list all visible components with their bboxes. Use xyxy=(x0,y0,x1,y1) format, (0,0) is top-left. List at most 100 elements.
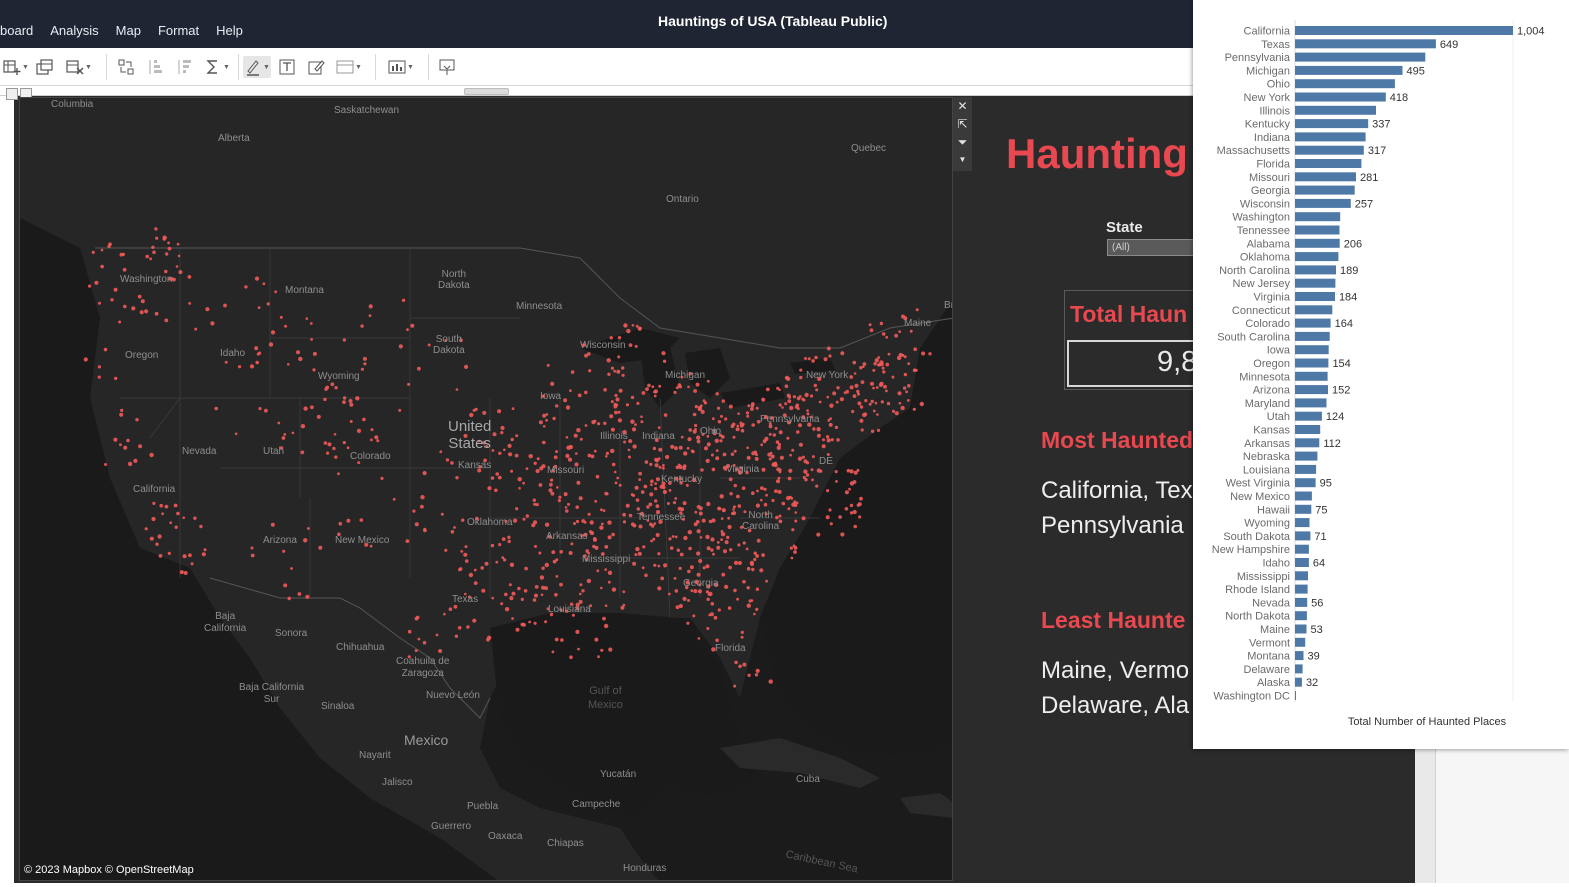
haunted-place-dot[interactable] xyxy=(327,442,332,447)
haunted-place-dot[interactable] xyxy=(270,522,275,527)
haunted-place-dot[interactable] xyxy=(636,401,640,405)
haunted-place-dot[interactable] xyxy=(176,242,180,246)
haunted-place-dot[interactable] xyxy=(182,516,185,520)
haunted-place-dot[interactable] xyxy=(852,394,857,398)
bar[interactable] xyxy=(1295,464,1317,474)
haunted-place-dot[interactable] xyxy=(733,588,737,593)
haunted-place-dot[interactable] xyxy=(368,314,372,317)
haunted-place-dot[interactable] xyxy=(673,390,677,394)
haunted-place-dot[interactable] xyxy=(638,478,642,481)
haunted-place-dot[interactable] xyxy=(755,406,759,410)
haunted-place-dot[interactable] xyxy=(531,523,536,528)
haunted-place-dot[interactable] xyxy=(565,453,570,458)
haunted-place-dot[interactable] xyxy=(761,553,765,557)
haunted-place-dot[interactable] xyxy=(622,520,627,524)
haunted-place-dot[interactable] xyxy=(610,448,615,454)
haunted-place-dot[interactable] xyxy=(674,589,679,593)
bar[interactable] xyxy=(1295,26,1513,35)
haunted-place-dot[interactable] xyxy=(342,338,347,342)
haunted-place-dot[interactable] xyxy=(853,372,857,375)
menu-analysis[interactable]: Analysis xyxy=(42,23,107,38)
haunted-place-dot[interactable] xyxy=(281,436,286,440)
haunted-place-dot[interactable] xyxy=(287,363,290,366)
haunted-place-dot[interactable] xyxy=(715,456,720,461)
haunted-place-dot[interactable] xyxy=(777,476,781,480)
bar[interactable] xyxy=(1295,92,1386,102)
haunted-place-dot[interactable] xyxy=(663,413,668,417)
haunted-place-dot[interactable] xyxy=(567,502,570,506)
highlight-button[interactable]: ▼ xyxy=(243,56,271,78)
haunted-place-dot[interactable] xyxy=(257,306,261,309)
bar[interactable] xyxy=(1295,637,1306,647)
haunted-place-dot[interactable] xyxy=(748,599,752,603)
haunted-place-dot[interactable] xyxy=(726,535,730,540)
haunted-place-dot[interactable] xyxy=(162,235,167,240)
haunted-place-dot[interactable] xyxy=(795,403,800,408)
bar[interactable] xyxy=(1295,438,1320,448)
haunted-place-dot[interactable] xyxy=(710,453,714,457)
haunted-place-dot[interactable] xyxy=(412,509,416,513)
haunted-place-dot[interactable] xyxy=(887,352,891,356)
haunted-place-dot[interactable] xyxy=(312,368,316,372)
haunted-place-dot[interactable] xyxy=(693,522,698,527)
haunted-place-dot[interactable] xyxy=(279,315,283,319)
haunted-place-dot[interactable] xyxy=(654,487,658,491)
bar[interactable] xyxy=(1295,105,1376,115)
haunted-place-dot[interactable] xyxy=(616,369,621,374)
haunted-place-dot[interactable] xyxy=(224,360,228,364)
haunted-place-dot[interactable] xyxy=(698,511,703,516)
haunted-place-dot[interactable] xyxy=(705,458,710,463)
haunted-place-dot[interactable] xyxy=(423,528,427,533)
haunted-place-dot[interactable] xyxy=(155,236,159,240)
clear-sheet-button[interactable]: ▼ xyxy=(66,56,92,78)
haunted-place-dot[interactable] xyxy=(570,370,575,374)
haunted-place-dot[interactable] xyxy=(492,432,497,437)
haunted-place-dot[interactable] xyxy=(551,550,556,554)
resize-grip[interactable] xyxy=(464,88,509,95)
haunted-place-dot[interactable] xyxy=(575,505,579,510)
haunted-place-dot[interactable] xyxy=(699,536,703,539)
haunted-place-dot[interactable] xyxy=(771,498,775,503)
haunted-place-dot[interactable] xyxy=(654,457,659,462)
haunted-place-dot[interactable] xyxy=(495,472,500,476)
haunted-place-dot[interactable] xyxy=(792,395,797,399)
haunted-place-dot[interactable] xyxy=(131,306,136,311)
haunted-place-dot[interactable] xyxy=(359,518,364,522)
haunted-place-dot[interactable] xyxy=(832,391,837,396)
haunted-place-dot[interactable] xyxy=(520,597,524,601)
haunted-place-dot[interactable] xyxy=(788,468,793,473)
haunted-place-dot[interactable] xyxy=(628,455,631,459)
haunted-place-dot[interactable] xyxy=(813,383,817,388)
haunted-place-dot[interactable] xyxy=(632,494,636,497)
bar[interactable] xyxy=(1295,664,1303,674)
haunted-place-dot[interactable] xyxy=(139,310,144,315)
haunted-place-dot[interactable] xyxy=(120,408,124,412)
haunted-place-dot[interactable] xyxy=(630,395,635,400)
haunted-place-dot[interactable] xyxy=(164,504,169,509)
haunted-place-dot[interactable] xyxy=(593,537,597,541)
haunted-place-dot[interactable] xyxy=(497,409,502,414)
haunted-place-dot[interactable] xyxy=(491,449,495,452)
haunted-place-dot[interactable] xyxy=(717,608,721,612)
haunted-place-dot[interactable] xyxy=(638,524,643,529)
bar[interactable] xyxy=(1295,331,1330,341)
haunted-place-dot[interactable] xyxy=(912,407,916,411)
haunted-place-dot[interactable] xyxy=(172,277,176,282)
haunted-place-dot[interactable] xyxy=(829,403,834,408)
haunted-place-dot[interactable] xyxy=(565,405,571,410)
haunted-place-dot[interactable] xyxy=(630,522,635,527)
haunted-place-dot[interactable] xyxy=(600,522,604,526)
haunted-place-dot[interactable] xyxy=(778,470,782,474)
haunted-place-dot[interactable] xyxy=(607,372,611,376)
haunted-place-dot[interactable] xyxy=(641,566,645,570)
haunted-place-dot[interactable] xyxy=(654,463,659,468)
haunted-place-dot[interactable] xyxy=(563,492,568,497)
haunted-place-dot[interactable] xyxy=(605,451,610,455)
bar[interactable] xyxy=(1295,159,1362,168)
haunted-place-dot[interactable] xyxy=(835,400,839,404)
haunted-place-dot[interactable] xyxy=(190,562,194,566)
haunted-place-dot[interactable] xyxy=(742,662,747,667)
haunted-place-dot[interactable] xyxy=(710,537,715,542)
haunted-place-dot[interactable] xyxy=(573,433,578,438)
haunted-place-dot[interactable] xyxy=(663,563,668,568)
